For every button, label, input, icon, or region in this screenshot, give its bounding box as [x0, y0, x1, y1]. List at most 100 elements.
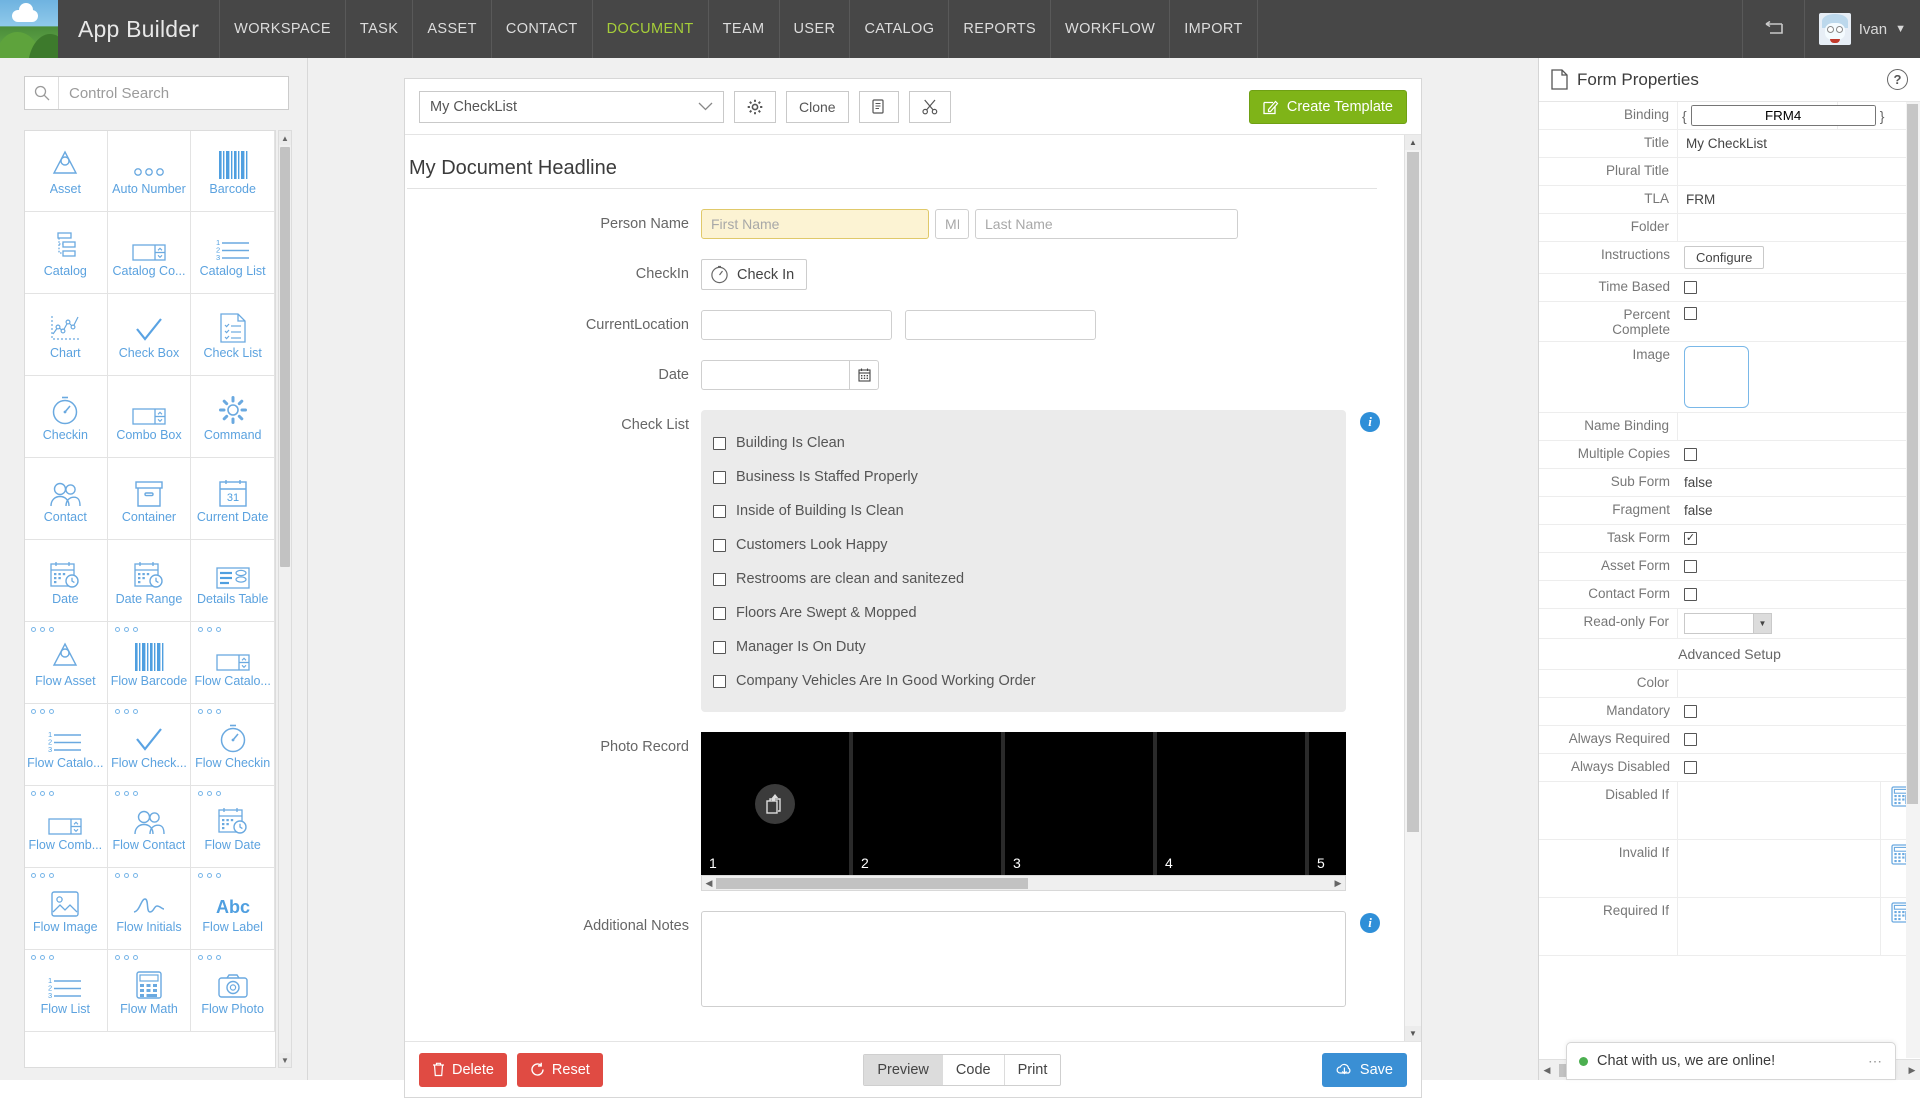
- check-list-item-checkbox[interactable]: [713, 675, 726, 688]
- chat-widget[interactable]: Chat with us, we are online! ⋯: [1566, 1042, 1896, 1080]
- current-location-input-2[interactable]: [905, 310, 1096, 340]
- always-required-checkbox[interactable]: [1684, 733, 1697, 746]
- palette-control-flow-barcode[interactable]: Flow Barcode: [108, 622, 192, 704]
- scroll-left-icon[interactable]: ◀: [1539, 1065, 1555, 1076]
- required-if-input[interactable]: [1684, 902, 1874, 919]
- calendar-icon[interactable]: [849, 360, 879, 390]
- nav-item-document[interactable]: DOCUMENT: [593, 0, 709, 58]
- palette-control-auto-number[interactable]: Auto Number: [108, 130, 192, 212]
- current-location-input-1[interactable]: [701, 310, 892, 340]
- check-list-item[interactable]: Floors Are Swept & Mopped: [701, 596, 1346, 630]
- photo-slot[interactable]: 4: [1157, 732, 1305, 875]
- nav-item-workflow[interactable]: WORKFLOW: [1051, 0, 1170, 58]
- form-settings-button[interactable]: [734, 91, 776, 123]
- palette-control-flow-check[interactable]: Flow Check...: [108, 704, 192, 786]
- plural-title-input[interactable]: [1684, 163, 1914, 180]
- palette-control-check-list[interactable]: Check List: [191, 294, 275, 376]
- palette-control-asset[interactable]: Asset: [24, 130, 108, 212]
- palette-control-date[interactable]: Date: [24, 540, 108, 622]
- advanced-setup-section-header[interactable]: Advanced Setup: [1539, 639, 1920, 670]
- check-list-item-checkbox[interactable]: [713, 573, 726, 586]
- form-scrollbar-thumb[interactable]: [1407, 152, 1419, 832]
- disabled-if-input[interactable]: [1684, 786, 1874, 803]
- view-mode-code[interactable]: Code: [943, 1055, 1005, 1085]
- palette-control-flow-asset[interactable]: Flow Asset: [24, 622, 108, 704]
- multiple-copies-checkbox[interactable]: [1684, 448, 1697, 461]
- palette-control-flow-initials[interactable]: Flow Initials: [108, 868, 192, 950]
- save-button[interactable]: Save: [1322, 1053, 1407, 1087]
- back-arrow-icon[interactable]: [1743, 0, 1805, 58]
- palette-control-flow-label[interactable]: AbcFlow Label: [191, 868, 275, 950]
- palette-control-flow-math[interactable]: Flow Math: [108, 950, 192, 1032]
- required-if-value[interactable]: [1678, 898, 1880, 955]
- check-list-item-checkbox[interactable]: [713, 641, 726, 654]
- check-list-item[interactable]: Building Is Clean: [701, 426, 1346, 460]
- last-name-input[interactable]: [975, 209, 1238, 239]
- control-search-box[interactable]: [24, 76, 289, 110]
- check-list-item[interactable]: Inside of Building Is Clean: [701, 494, 1346, 528]
- palette-control-flow-date[interactable]: Flow Date: [191, 786, 275, 868]
- help-icon[interactable]: ?: [1887, 69, 1908, 90]
- tla-value[interactable]: [1678, 186, 1920, 213]
- palette-control-flow-contact[interactable]: Flow Contact: [108, 786, 192, 868]
- app-logo-icon[interactable]: [0, 0, 58, 58]
- palette-control-flow-comb[interactable]: Flow Comb...: [24, 786, 108, 868]
- check-list-item-checkbox[interactable]: [713, 505, 726, 518]
- chevron-down-icon[interactable]: ▼: [1895, 23, 1906, 35]
- nav-item-contact[interactable]: CONTACT: [492, 0, 593, 58]
- palette-scrollbar[interactable]: ▲ ▼: [278, 130, 292, 1068]
- user-menu[interactable]: Ivan ▼: [1805, 0, 1920, 58]
- palette-control-details-table[interactable]: Details Table: [191, 540, 275, 622]
- disabled-if-value[interactable]: [1678, 782, 1880, 839]
- palette-control-checkin[interactable]: Checkin: [24, 376, 108, 458]
- read-only-for-select[interactable]: ▼: [1684, 613, 1772, 634]
- check-list-item[interactable]: Customers Look Happy: [701, 528, 1346, 562]
- color-value[interactable]: [1678, 670, 1920, 697]
- palette-control-combo-box[interactable]: Combo Box: [108, 376, 192, 458]
- nav-item-import[interactable]: IMPORT: [1170, 0, 1258, 58]
- create-template-button[interactable]: Create Template: [1249, 90, 1407, 124]
- invalid-if-value[interactable]: [1678, 840, 1880, 897]
- check-list-item[interactable]: Business Is Staffed Properly: [701, 460, 1346, 494]
- delete-button[interactable]: Delete: [419, 1053, 507, 1087]
- palette-control-date-range[interactable]: Date Range: [108, 540, 192, 622]
- info-icon[interactable]: i: [1360, 913, 1380, 933]
- check-list-item-checkbox[interactable]: [713, 471, 726, 484]
- palette-control-catalog[interactable]: Catalog: [24, 212, 108, 294]
- mandatory-checkbox[interactable]: [1684, 705, 1697, 718]
- check-list-item[interactable]: Restrooms are clean and sanitezed: [701, 562, 1346, 596]
- photo-slot[interactable]: 1: [701, 732, 849, 875]
- check-in-button[interactable]: Check In: [701, 259, 807, 290]
- palette-control-catalog-list[interactable]: 123Catalog List: [191, 212, 275, 294]
- palette-control-current-date[interactable]: 31Current Date: [191, 458, 275, 540]
- palette-control-flow-photo[interactable]: Flow Photo: [191, 950, 275, 1032]
- first-name-input[interactable]: [701, 209, 929, 239]
- scroll-down-icon[interactable]: ▼: [1405, 1026, 1421, 1041]
- check-list-item[interactable]: Manager Is On Duty: [701, 630, 1346, 664]
- properties-scrollbar-thumb[interactable]: [1907, 104, 1918, 804]
- nav-item-asset[interactable]: ASSET: [413, 0, 492, 58]
- tla-input[interactable]: [1684, 191, 1914, 208]
- nav-item-team[interactable]: TEAM: [709, 0, 780, 58]
- date-input[interactable]: [701, 360, 849, 390]
- clone-button[interactable]: Clone: [786, 91, 849, 123]
- scroll-up-icon[interactable]: ▲: [1405, 135, 1421, 150]
- nav-item-task[interactable]: TASK: [346, 0, 413, 58]
- palette-control-barcode[interactable]: Barcode: [191, 130, 275, 212]
- image-drop-icon[interactable]: [1684, 346, 1749, 408]
- palette-control-chart[interactable]: Chart: [24, 294, 108, 376]
- form-scrollbar[interactable]: ▲ ▼: [1404, 135, 1421, 1041]
- nav-item-user[interactable]: USER: [780, 0, 851, 58]
- binding-value-wrap[interactable]: { }: [1678, 102, 1838, 129]
- nav-item-workspace[interactable]: WORKSPACE: [220, 0, 346, 58]
- time-based-checkbox[interactable]: [1684, 281, 1697, 294]
- check-list-item-checkbox[interactable]: [713, 607, 726, 620]
- contact-form-checkbox[interactable]: [1684, 588, 1697, 601]
- reset-button[interactable]: Reset: [517, 1053, 603, 1087]
- scroll-left-icon[interactable]: ◀: [702, 878, 716, 889]
- check-list-item[interactable]: Company Vehicles Are In Good Working Ord…: [701, 664, 1346, 698]
- view-mode-preview[interactable]: Preview: [864, 1055, 943, 1085]
- title-input[interactable]: [1684, 135, 1914, 152]
- task-form-checkbox[interactable]: [1684, 532, 1697, 545]
- palette-control-contact[interactable]: Contact: [24, 458, 108, 540]
